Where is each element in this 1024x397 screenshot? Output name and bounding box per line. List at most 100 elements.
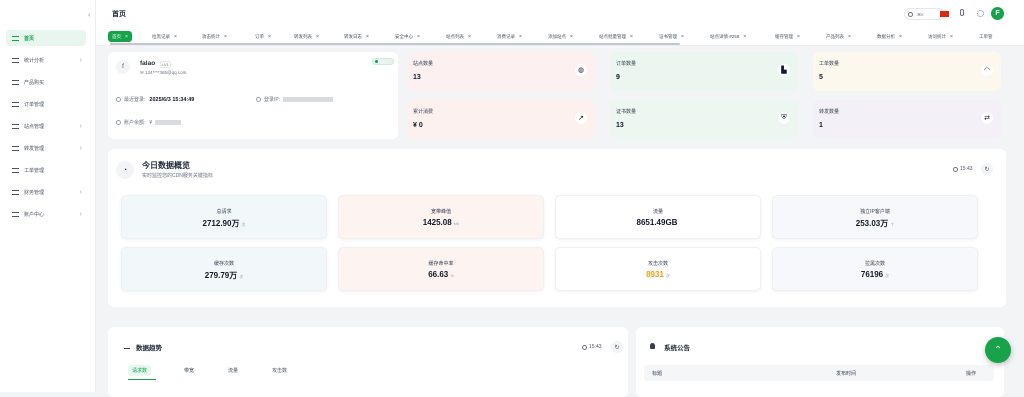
tab-bandwidth[interactable]: 带宽 bbox=[184, 367, 194, 374]
stat-value: ¥ 0 bbox=[413, 122, 423, 129]
tab-tickets[interactable]: 工单管 bbox=[979, 31, 993, 42]
sidebar-item-home[interactable]: 首页 bbox=[6, 30, 86, 46]
tab-certificates[interactable]: 证书管理 × bbox=[659, 31, 684, 42]
sidebar-item-account[interactable]: 账户中心 › bbox=[6, 206, 86, 222]
metric-number: 279.79万 bbox=[204, 271, 238, 280]
sidebar-item-product-purchase[interactable]: 产品购买 bbox=[6, 74, 86, 90]
close-icon[interactable]: × bbox=[366, 34, 369, 40]
floating-action-button[interactable]: ⌃ bbox=[985, 337, 1011, 363]
globe-icon bbox=[256, 97, 261, 102]
tab-attack-stats[interactable]: 攻击统计 × bbox=[202, 31, 227, 42]
column-header-title: 标题 bbox=[652, 371, 663, 377]
china-flag-icon[interactable] bbox=[940, 11, 949, 17]
close-icon[interactable]: × bbox=[417, 34, 420, 40]
close-icon[interactable]: × bbox=[681, 34, 684, 40]
close-icon[interactable]: × bbox=[848, 34, 851, 40]
tab-blacklist[interactable]: 拉黑记录 × bbox=[152, 31, 177, 42]
refresh-button[interactable]: ↻ bbox=[611, 341, 623, 353]
tab-cache[interactable]: 缓存管理 × bbox=[775, 31, 800, 42]
tab-requests[interactable]: 请求数 bbox=[128, 365, 152, 376]
tab-product-list[interactable]: 产品列表 × bbox=[826, 31, 851, 42]
tab-spend-records[interactable]: 消费记录 × bbox=[497, 31, 522, 42]
tab-label: 产品列表 bbox=[826, 33, 844, 39]
refresh-button[interactable]: ↻ bbox=[981, 163, 993, 175]
tab-label: 证书管理 bbox=[659, 33, 677, 39]
close-icon[interactable]: × bbox=[174, 34, 177, 40]
tab-traffic[interactable]: 流量 bbox=[228, 367, 238, 374]
tab-site-batch[interactable]: 站点批量管理 × bbox=[599, 31, 633, 42]
balance-label: 账户余额: bbox=[124, 120, 146, 126]
metric-label: 拉黑次数 bbox=[864, 261, 885, 267]
tab-site-detail[interactable]: 站点详情 #258 × bbox=[710, 31, 746, 42]
sidebar-collapse-icon[interactable]: ‹ bbox=[88, 10, 91, 19]
close-icon[interactable]: × bbox=[316, 34, 319, 40]
sidebar-item-orders[interactable]: 订单管理 bbox=[6, 96, 86, 112]
stat-card-orders[interactable]: 订单数量 9 ▙ bbox=[610, 52, 798, 91]
clock-icon bbox=[953, 166, 958, 172]
sidebar-item-finance[interactable]: 财务管理 › bbox=[6, 184, 86, 200]
stat-value: 13 bbox=[616, 122, 624, 129]
close-icon[interactable]: × bbox=[125, 34, 128, 40]
close-icon[interactable]: × bbox=[950, 34, 953, 40]
email-text: 134****365@qq.com bbox=[145, 70, 187, 75]
close-icon[interactable]: × bbox=[570, 34, 573, 40]
tab-site-list[interactable]: 站点列表 × bbox=[446, 31, 471, 42]
page-title: 首页 bbox=[112, 11, 126, 18]
tab-label: 转发列表 bbox=[294, 33, 312, 39]
tab-attacks[interactable]: 攻击数 bbox=[272, 367, 287, 374]
microphone-icon[interactable] bbox=[960, 9, 964, 16]
stat-card-tickets[interactable]: 工单数量 5 ◠ bbox=[813, 52, 1001, 91]
tab-add-site[interactable]: 添加站点 × bbox=[548, 31, 573, 42]
menu-icon bbox=[12, 189, 19, 195]
tab-data-analysis[interactable]: 数据分析 × bbox=[877, 31, 902, 42]
level-badge: LV1 bbox=[160, 61, 171, 68]
user-avatar[interactable]: F bbox=[991, 7, 1004, 20]
tab-access-stats[interactable]: 访问统计 × bbox=[928, 31, 953, 42]
menu-icon bbox=[12, 101, 19, 107]
sidebar-item-label: 产品购买 bbox=[24, 79, 45, 86]
menu-icon bbox=[12, 35, 19, 41]
stat-card-sites[interactable]: 站点数量 13 ◍ bbox=[407, 52, 595, 91]
tab-forward-log[interactable]: 转发日志 × bbox=[344, 31, 369, 42]
search-button[interactable]: ⌘K bbox=[904, 8, 944, 20]
metric-number: 66.63 bbox=[428, 270, 449, 279]
tab-label: 站点列表 bbox=[446, 33, 464, 39]
stat-card-spend[interactable]: 累计消费 ¥ 0 ↗ bbox=[407, 100, 595, 139]
metric-cache-hit-rate: 缓存命中率 66.63% bbox=[338, 247, 544, 291]
stat-value: 9 bbox=[616, 74, 620, 81]
sidebar-item-statistics[interactable]: 统计分析 › bbox=[6, 52, 86, 68]
overview-timestamp: 15:43 bbox=[953, 166, 973, 172]
avatar: f bbox=[116, 60, 130, 74]
tab-home[interactable]: 首页 × bbox=[108, 31, 132, 42]
stat-value: 5 bbox=[819, 74, 823, 81]
globe-icon: ◍ bbox=[575, 64, 587, 76]
sidebar: ‹ 首页 统计分析 › 产品购买 订单管理 站点管理 › 转发管理 › 工单管理 财务… bbox=[0, 0, 96, 392]
close-icon[interactable]: × bbox=[468, 34, 471, 40]
close-icon[interactable]: × bbox=[797, 34, 800, 40]
close-icon[interactable]: × bbox=[519, 34, 522, 40]
tab-security[interactable]: 安全中心 × bbox=[395, 31, 420, 42]
close-icon[interactable]: × bbox=[743, 34, 746, 40]
tab-scrollbar[interactable] bbox=[110, 43, 680, 45]
stat-value: 1 bbox=[819, 122, 823, 129]
top-header: 首页 ⌘K F bbox=[96, 0, 1024, 28]
close-icon[interactable]: × bbox=[899, 34, 902, 40]
overview-subtitle: 实时监控您的CDN服务关键指标 bbox=[142, 173, 213, 179]
metric-value: 1425.08 Mb bbox=[339, 218, 543, 227]
gear-icon[interactable] bbox=[977, 10, 984, 17]
sidebar-item-sites[interactable]: 站点管理 › bbox=[6, 118, 86, 134]
sidebar-item-tickets[interactable]: 工单管理 bbox=[6, 162, 86, 178]
status-toggle[interactable] bbox=[372, 58, 394, 65]
tab-orders[interactable]: 订单 × bbox=[255, 31, 271, 42]
close-icon[interactable]: × bbox=[630, 34, 633, 40]
stat-card-forwards[interactable]: 转发数量 1 ⇄ bbox=[813, 100, 1001, 139]
redacted-ip bbox=[283, 97, 334, 102]
close-icon[interactable]: × bbox=[224, 34, 227, 40]
sidebar-item-forwarding[interactable]: 转发管理 › bbox=[6, 140, 86, 156]
metric-number: 8651.49GB bbox=[636, 218, 678, 227]
username: falao bbox=[140, 60, 156, 67]
tab-forward-list[interactable]: 转发列表 × bbox=[294, 31, 319, 42]
stat-card-certificates[interactable]: 证书数量 13 ⛨ bbox=[610, 100, 798, 139]
metric-value: 76196 次 bbox=[773, 270, 977, 279]
close-icon[interactable]: × bbox=[268, 34, 271, 40]
